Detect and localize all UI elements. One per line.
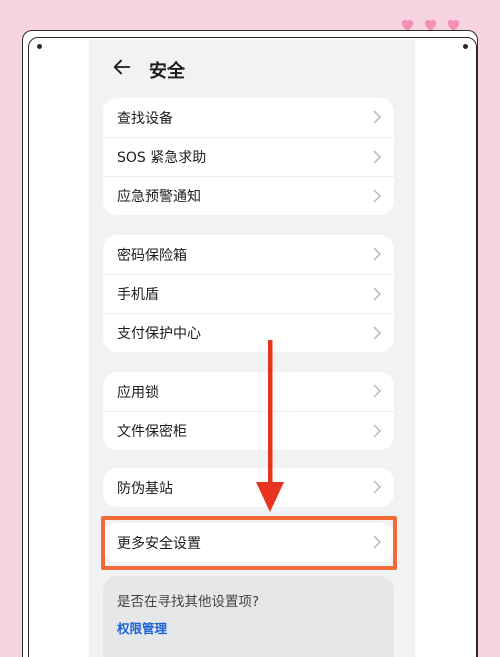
highlight-box: [101, 516, 397, 570]
settings-item-label: 支付保护中心: [117, 326, 201, 342]
settings-item-label: 应急预警通知: [117, 189, 201, 205]
suggestion-box: 是否在寻找其他设置项? 权限管理: [103, 576, 394, 657]
settings-item-label: 防伪基站: [117, 480, 173, 497]
settings-item-file-safe[interactable]: 文件保密柜: [103, 411, 394, 450]
chevron-right-icon: [372, 287, 382, 301]
pin-dot: [463, 44, 468, 49]
settings-group: 防伪基站: [103, 468, 394, 507]
chevron-right-icon: [372, 326, 382, 340]
page-header: 安全: [89, 54, 415, 84]
settings-item-fake-base-station[interactable]: 防伪基站: [103, 468, 394, 507]
settings-item-label: 应用锁: [117, 384, 159, 401]
settings-item-payment-protection[interactable]: 支付保护中心: [103, 313, 394, 352]
settings-group: 查找设备 SOS 紧急求助 应急预警通知: [103, 98, 394, 215]
settings-item-sos[interactable]: SOS 紧急求助: [103, 137, 394, 176]
settings-item-password-vault[interactable]: 密码保险箱: [103, 235, 394, 274]
settings-item-find-device[interactable]: 查找设备: [103, 98, 394, 137]
settings-item-label: 手机盾: [117, 287, 159, 303]
permission-management-link[interactable]: 权限管理: [117, 618, 380, 637]
settings-item-label: 查找设备: [117, 110, 173, 127]
settings-group: 密码保险箱 手机盾 支付保护中心: [103, 235, 394, 352]
back-arrow-icon[interactable]: [111, 56, 137, 82]
settings-item-app-lock[interactable]: 应用锁: [103, 372, 394, 411]
settings-screen: 安全 查找设备 SOS 紧急求助 应急预警通知 密码保险箱 手机盾 支付保护中心: [89, 40, 415, 657]
chevron-right-icon: [372, 150, 382, 164]
page-title: 安全: [149, 61, 185, 82]
settings-item-label: 密码保险箱: [117, 247, 187, 264]
chevron-right-icon: [372, 480, 382, 494]
chevron-right-icon: [372, 189, 382, 203]
settings-item-label: SOS 紧急求助: [117, 150, 207, 166]
settings-item-emergency-alerts[interactable]: 应急预警通知: [103, 176, 394, 215]
chevron-right-icon: [372, 424, 382, 438]
chevron-right-icon: [372, 110, 382, 124]
chevron-right-icon: [372, 247, 382, 261]
settings-item-phone-shield[interactable]: 手机盾: [103, 274, 394, 313]
suggestion-question: 是否在寻找其他设置项?: [117, 594, 260, 610]
settings-group: 应用锁 文件保密柜: [103, 372, 394, 450]
down-arrow-icon: [255, 340, 285, 515]
chevron-right-icon: [372, 384, 382, 398]
pin-dot: [37, 44, 42, 49]
settings-item-label: 文件保密柜: [117, 424, 187, 440]
